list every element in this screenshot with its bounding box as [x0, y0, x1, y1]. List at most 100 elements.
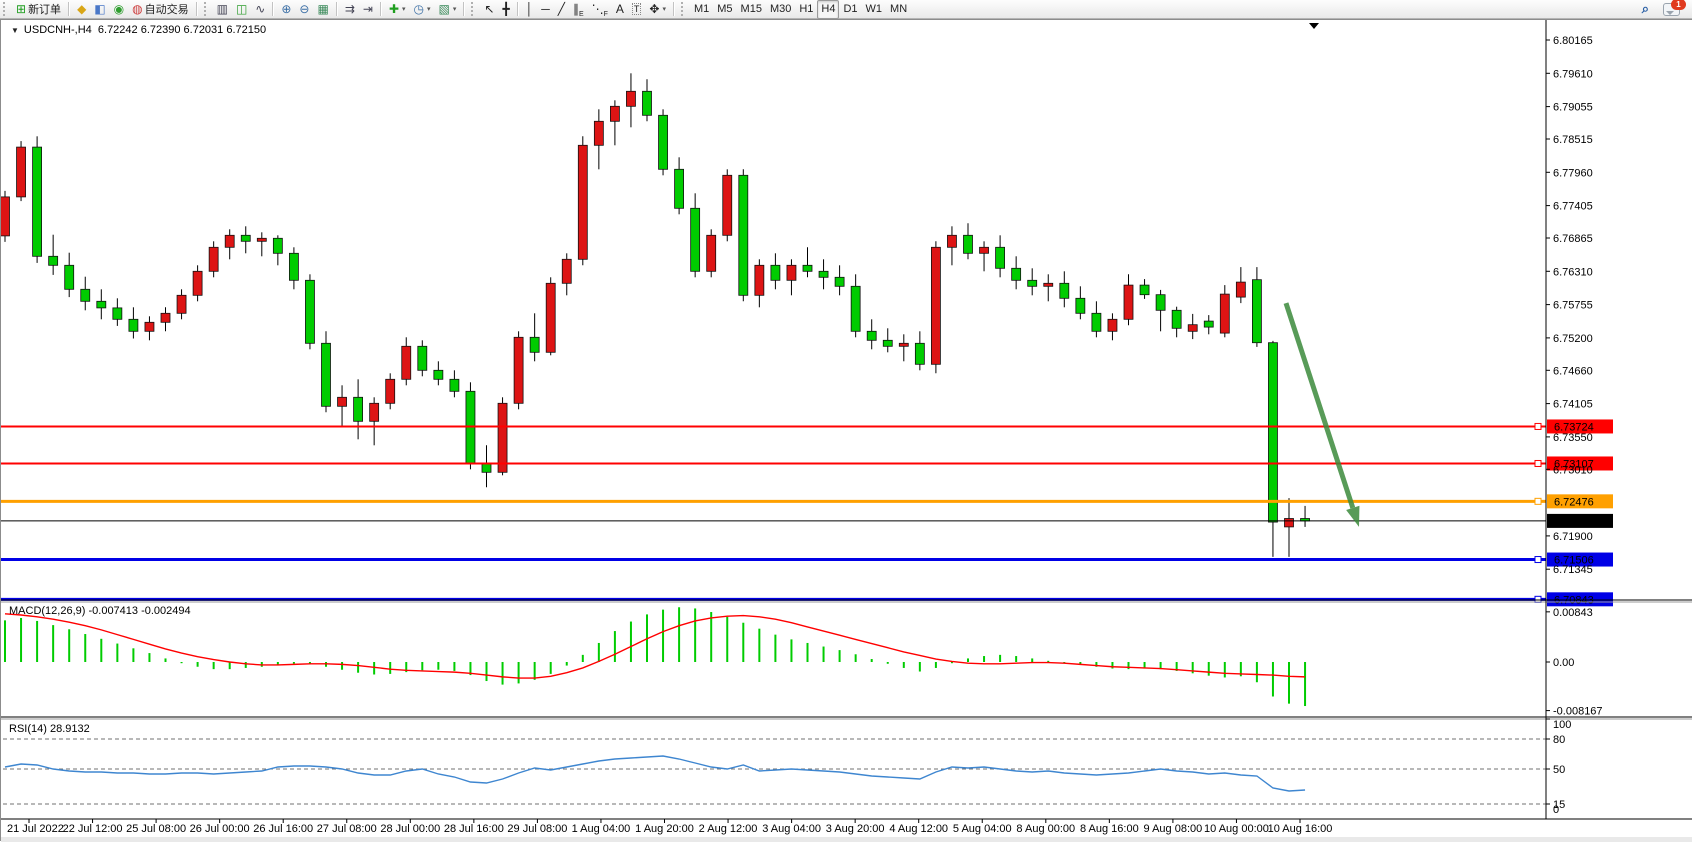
toolbar-grip[interactable] [3, 2, 9, 16]
vertical-line-button[interactable]: │ [522, 0, 538, 19]
chart-shift-button[interactable]: ⇥ [359, 0, 377, 19]
toolbar: ⊞新订单◆◧◉◍自动交易▥◫∿⊕⊖▦⇉⇥✚▾◷▾▧▾↖╋│─╱∥E⋱FAT✥▾M… [0, 0, 1692, 19]
timeframe-mn[interactable]: MN [886, 0, 911, 19]
candlestick-icon: ◫ [236, 3, 247, 15]
timeframe-m1[interactable]: M1 [690, 0, 713, 19]
candle [354, 397, 363, 421]
indicators-icon: ✚ [389, 3, 399, 15]
price-tick-label: 6.74105 [1553, 399, 1593, 411]
chart-ohlc-values: 6.72242 6.72390 6.72031 6.72150 [98, 24, 266, 36]
candle [1156, 295, 1165, 311]
text-icon: A [616, 3, 624, 15]
bar-chart-button[interactable]: ▥ [213, 0, 232, 19]
candle [1268, 343, 1277, 522]
autotrading-button[interactable]: ◍自动交易 [128, 0, 192, 19]
price-tick-label: 6.71345 [1553, 564, 1593, 576]
crosshair-button[interactable]: ╋ [498, 0, 513, 19]
candle [530, 337, 539, 352]
time-tick-label: 10 Aug 00:00 [1204, 823, 1269, 835]
auto-scroll-button[interactable]: ⇉ [341, 0, 359, 19]
toolbar-grip[interactable] [681, 2, 687, 16]
timeframe-d1[interactable]: D1 [839, 0, 861, 19]
time-tick-label: 22 Jul 12:00 [63, 823, 123, 835]
time-tick-label: 26 Jul 00:00 [190, 823, 250, 835]
candle [322, 343, 331, 406]
rsi-indicator-label: RSI(14) 28.9132 [9, 723, 90, 735]
horizontal-line-button[interactable]: ─ [537, 0, 554, 19]
candle [803, 265, 812, 271]
pivot-line-orange-handle[interactable] [1535, 498, 1541, 504]
new-order-button[interactable]: ⊞新订单 [12, 0, 65, 19]
notifications-button[interactable]: 1 [1659, 0, 1684, 19]
price-tick-label: 6.75755 [1553, 300, 1593, 312]
chevron-down-icon: ▾ [662, 5, 666, 13]
candle [1220, 294, 1229, 333]
text-label-button[interactable]: T [628, 0, 646, 19]
autotrading-icon: ◍ [132, 3, 142, 15]
arrows-icon: ✥ [649, 3, 659, 15]
timeframe-m30[interactable]: M30 [766, 0, 795, 19]
macd-indicator-label: MACD(12,26,9) -0.007413 -0.002494 [9, 605, 191, 617]
support-line-blue-1-handle[interactable] [1535, 557, 1541, 563]
timeframe-h4[interactable]: H4 [817, 0, 839, 19]
cursor-button[interactable]: ↖ [480, 0, 498, 19]
publisher-button[interactable]: ◧ [90, 0, 109, 19]
candle [1108, 319, 1117, 331]
indicators-button[interactable]: ✚▾ [385, 0, 410, 19]
time-tick-label: 5 Aug 04:00 [953, 823, 1012, 835]
price-tick-label: 6.75200 [1553, 333, 1593, 345]
candle [562, 259, 571, 283]
macd-name: MACD(12,26,9) [9, 605, 85, 617]
toolbar-separator [673, 2, 675, 16]
timeframe-m5[interactable]: M5 [713, 0, 736, 19]
candlestick-chart-button[interactable]: ◫ [232, 0, 251, 19]
candle [771, 265, 780, 280]
text-button[interactable]: A [612, 0, 628, 19]
candle [659, 115, 668, 169]
arrows-button[interactable]: ✥▾ [645, 0, 670, 19]
new-order-button-label: 新订单 [28, 1, 61, 17]
candle [1172, 310, 1181, 328]
candle [851, 286, 860, 331]
signals-button[interactable]: ◉ [110, 0, 128, 19]
price-tick-label: 6.71900 [1553, 531, 1593, 543]
time-tick-label: 8 Aug 00:00 [1016, 823, 1075, 835]
signal-icon: ◉ [114, 3, 124, 15]
tile-windows-icon: ▦ [317, 3, 328, 15]
vertical-line-icon: │ [526, 3, 534, 15]
candle [691, 208, 700, 271]
candle [578, 145, 587, 259]
time-tick-label: 25 Jul 08:00 [126, 823, 186, 835]
support-line-blue-2-handle[interactable] [1535, 596, 1541, 602]
candle [835, 277, 844, 286]
candle [498, 403, 507, 472]
tile-windows-button[interactable]: ▦ [313, 0, 332, 19]
timeframe-h1[interactable]: H1 [795, 0, 817, 19]
chart-window: 6.737246.731076.724766.721506.715066.708… [0, 19, 1692, 841]
periods-button[interactable]: ◷▾ [410, 0, 435, 19]
candle [723, 175, 732, 235]
candle [1028, 280, 1037, 286]
toolbar-grip[interactable] [204, 2, 210, 16]
line-chart-button[interactable]: ∿ [251, 0, 269, 19]
trendline-button[interactable]: ╱ [554, 0, 569, 19]
text-label-icon: T [632, 3, 642, 15]
resistance-line-1-handle[interactable] [1535, 423, 1541, 429]
candle [996, 247, 1005, 268]
fibonacci-button[interactable]: ⋱F [588, 0, 612, 19]
timeframe-w1[interactable]: W1 [862, 0, 887, 19]
zoom-out-button[interactable]: ⊖ [295, 0, 313, 19]
icon-sub-letter: E [579, 11, 584, 18]
timeframe-m15[interactable]: M15 [737, 0, 766, 19]
toolbar-grip[interactable] [471, 2, 477, 16]
candle [450, 379, 459, 391]
equidistant-channel-button[interactable]: ∥E [569, 0, 588, 19]
search-button[interactable]: ⌕ [1638, 0, 1653, 19]
zoom-in-button[interactable]: ⊕ [277, 0, 295, 19]
symbol-dropdown-icon[interactable]: ▼ [11, 26, 19, 35]
templates-button[interactable]: ▧▾ [435, 0, 461, 19]
candle [81, 289, 90, 301]
styler-button[interactable]: ◆ [73, 0, 90, 19]
candle [546, 283, 555, 352]
resistance-line-2-handle[interactable] [1535, 460, 1541, 466]
